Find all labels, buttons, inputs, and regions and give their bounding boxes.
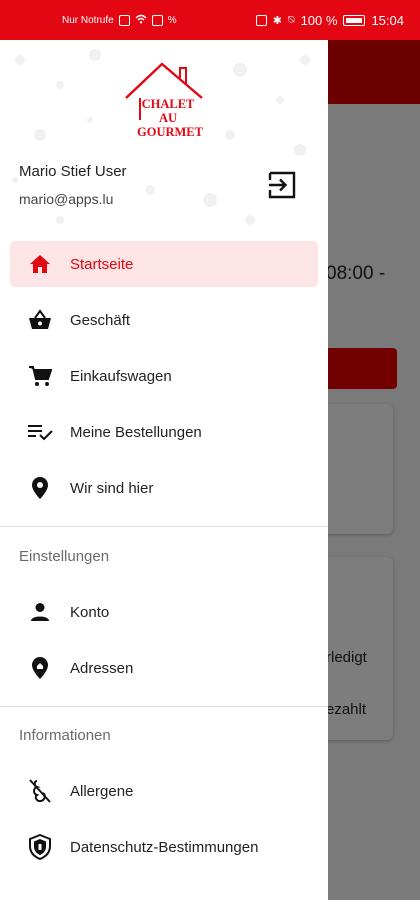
background-status-done: rledigt — [326, 649, 367, 666]
menu-item-geschaeft[interactable]: Geschäft — [10, 297, 318, 343]
person-icon — [27, 599, 53, 625]
cart-icon — [27, 363, 53, 389]
background-time-text: 08:00 - — [326, 263, 386, 284]
menu-item-datenschutz[interactable]: Datenschutz-Bestimmungen — [10, 824, 318, 870]
drawer-header: CHALET AU GOURMET Mario Stief User mario… — [0, 40, 328, 230]
chalet-au-gourmet-logo: CHALET AU GOURMET — [125, 62, 204, 139]
logout-icon — [268, 171, 296, 199]
menu-item-label: Konto — [70, 603, 110, 621]
carrier-label: Nur Notrufe — [62, 14, 114, 26]
status-bar: Nur Notrufe % ✱ ⍉ 100 % 15:04 — [0, 0, 420, 40]
address-pin-icon — [27, 655, 53, 681]
menu-item-label: Allergene — [70, 782, 134, 800]
menu-item-adressen[interactable]: Adressen — [10, 645, 318, 691]
mute-icon: ⍉ — [287, 13, 295, 26]
menu-item-label: Startseite — [70, 255, 134, 273]
divider — [0, 706, 328, 707]
menu-item-startseite[interactable]: Startseite — [10, 241, 318, 287]
status-left: Nur Notrufe % — [62, 14, 177, 27]
svg-text:AU: AU — [159, 111, 177, 125]
menu-item-label: Wir sind hier — [70, 479, 154, 497]
menu-item-label: Adressen — [70, 659, 134, 677]
menu-item-label: Datenschutz-Bestimmungen — [70, 838, 259, 856]
shield-icon — [27, 834, 53, 860]
status-right: ✱ ⍉ 100 % 15:04 — [255, 12, 404, 28]
navigation-drawer: CHALET AU GOURMET Mario Stief User mario… — [0, 40, 328, 900]
nfc-mode-icon — [255, 14, 267, 26]
basket-icon — [27, 307, 53, 333]
menu-item-label: Einkaufswagen — [70, 367, 172, 385]
menu-item-einkaufswagen[interactable]: Einkaufswagen — [10, 353, 318, 399]
wifi-icon — [135, 14, 147, 27]
sim-icon — [118, 14, 130, 26]
allergen-icon — [27, 778, 53, 804]
checklist-icon — [27, 419, 53, 445]
user-name: Mario Stief User — [19, 163, 127, 180]
clock: 15:04 — [371, 12, 404, 28]
bluetooth-icon: ✱ — [272, 14, 282, 27]
nfc-icon: % — [167, 14, 177, 26]
location-pin-icon — [27, 475, 53, 501]
menu-item-label: Meine Bestellungen — [70, 423, 202, 441]
menu-item-konto[interactable]: Konto — [10, 589, 318, 635]
svg-text:CHALET: CHALET — [142, 97, 195, 111]
menu-item-meine-bestellungen[interactable]: Meine Bestellungen — [10, 409, 318, 455]
user-email: mario@apps.lu — [19, 191, 114, 207]
menu-item-allergene[interactable]: Allergene — [10, 768, 318, 814]
notification-icon — [151, 14, 163, 26]
battery-icon — [343, 14, 366, 26]
logout-button[interactable] — [266, 168, 300, 202]
divider — [0, 526, 328, 527]
section-title-einstellungen: Einstellungen — [19, 548, 110, 565]
home-icon — [27, 251, 53, 277]
battery-percent: 100 % — [300, 12, 338, 28]
section-title-informationen: Informationen — [19, 727, 111, 744]
menu-item-label: Geschäft — [70, 311, 131, 329]
svg-text:GOURMET: GOURMET — [137, 125, 204, 139]
menu-item-wir-sind-hier[interactable]: Wir sind hier — [10, 465, 318, 511]
background-status-paid: ezahlt — [326, 701, 367, 718]
